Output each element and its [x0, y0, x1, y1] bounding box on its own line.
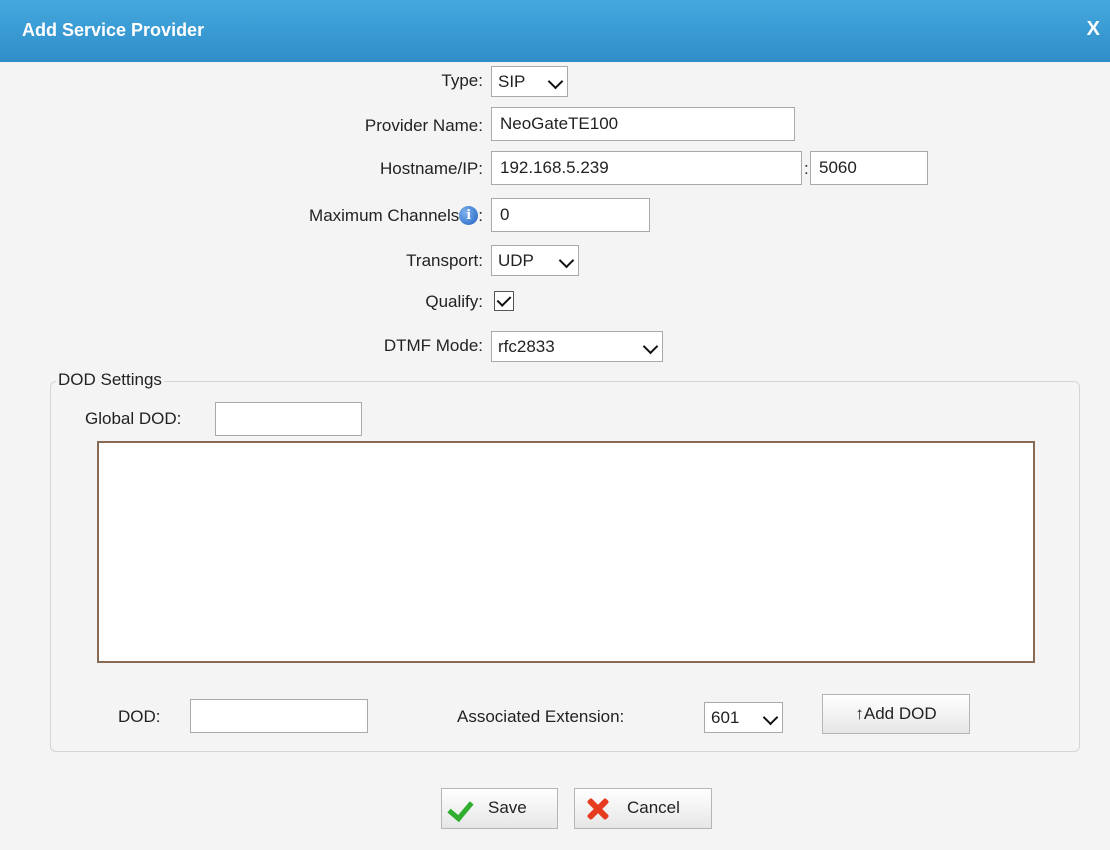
chevron-down-icon: [642, 338, 659, 355]
chevron-down-icon: [558, 252, 575, 269]
type-value: SIP: [498, 72, 526, 91]
port-separator: :: [804, 159, 809, 178]
dtmf-mode-select[interactable]: rfc2833: [491, 331, 663, 362]
associated-extension-select[interactable]: 601: [704, 702, 783, 733]
save-label: Save: [488, 798, 527, 817]
type-label: Type:: [441, 71, 483, 90]
cancel-label: Cancel: [627, 798, 680, 817]
hostname-input[interactable]: 192.168.5.239: [491, 151, 802, 185]
info-icon[interactable]: i: [459, 206, 479, 225]
provider-name-input[interactable]: NeoGateTE100: [491, 107, 795, 141]
max-channels-colon: :: [478, 206, 483, 225]
associated-extension-value: 601: [711, 708, 740, 727]
chevron-down-icon: [547, 73, 564, 90]
max-channels-input[interactable]: 0: [491, 198, 650, 232]
close-button[interactable]: X: [1087, 18, 1100, 41]
add-service-provider-dialog: Add Service Provider X Type: SIP Provide…: [0, 0, 1110, 850]
transport-label: Transport:: [406, 251, 483, 270]
dod-list-box[interactable]: [97, 441, 1035, 663]
dod-settings-legend: DOD Settings: [56, 370, 164, 390]
transport-value: UDP: [498, 251, 534, 270]
type-select[interactable]: SIP: [491, 66, 568, 97]
transport-select[interactable]: UDP: [491, 245, 579, 276]
dialog-title: Add Service Provider: [22, 20, 205, 40]
hostname-label: Hostname/IP:: [380, 159, 483, 178]
qualify-label: Qualify:: [425, 292, 483, 311]
global-dod-label: Global DOD:: [85, 409, 182, 428]
qualify-checkbox[interactable]: [494, 291, 514, 311]
dialog-titlebar: Add Service Provider X: [0, 0, 1110, 62]
max-channels-text: Maximum Channels: [309, 206, 460, 225]
provider-name-label: Provider Name:: [364, 116, 483, 135]
chevron-down-icon: [762, 709, 779, 726]
dod-input[interactable]: [190, 699, 368, 733]
checkmark-icon: [447, 794, 474, 823]
cancel-button[interactable]: Cancel: [574, 788, 712, 829]
close-icon: [585, 796, 611, 822]
global-dod-input[interactable]: [215, 402, 362, 436]
add-dod-button[interactable]: ↑Add DOD: [822, 694, 970, 734]
port-input[interactable]: 5060: [810, 151, 928, 185]
max-channels-label: Maximum Channels i:: [309, 206, 483, 226]
save-button[interactable]: Save: [441, 788, 558, 829]
dtmf-mode-value: rfc2833: [498, 337, 555, 356]
dtmf-mode-label: DTMF Mode:: [383, 336, 483, 355]
associated-extension-label: Associated Extension:: [457, 707, 625, 726]
dod-label: DOD:: [118, 707, 161, 726]
